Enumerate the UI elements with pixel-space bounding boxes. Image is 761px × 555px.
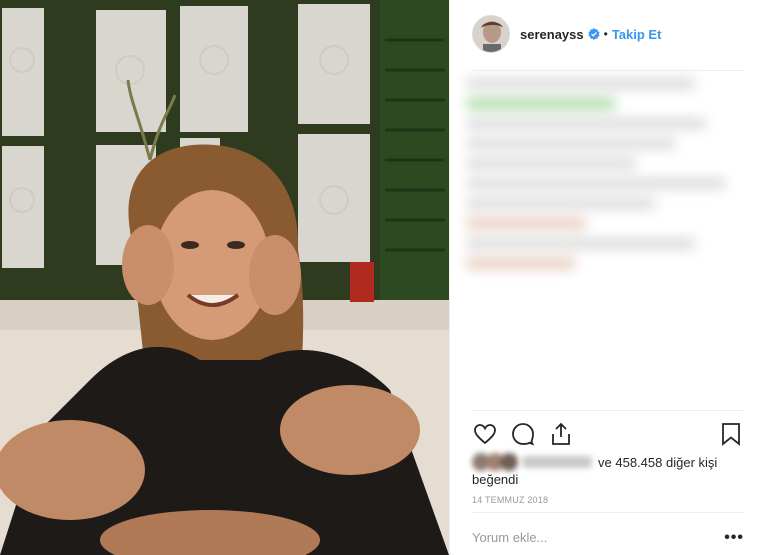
likes-summary: ve 458.458 diğer kişi beğendi [472,453,744,488]
more-options-button[interactable]: ••• [724,529,744,545]
avatar[interactable] [472,15,510,53]
action-bar [472,420,744,448]
comment-divider [472,512,744,513]
share-icon[interactable] [548,421,574,447]
heart-icon[interactable] [472,421,498,447]
actions-divider [472,410,744,411]
blurred-caption [466,78,756,278]
blurred-liker-name [522,456,592,468]
post-photo[interactable] [0,0,449,555]
bookmark-icon[interactable] [718,421,744,447]
likes-count[interactable]: 458.458 [615,454,662,471]
post-header: serenayss • Takip Et [472,14,661,54]
header-divider [472,70,744,71]
liker-avatars [472,453,520,471]
separator-dot: • [603,27,608,41]
likes-suffix[interactable]: diğer kişi [666,454,717,471]
verified-badge-icon [588,28,600,40]
likes-prefix: ve [598,454,612,470]
comment-input[interactable] [472,530,692,545]
username[interactable]: serenayss [520,27,584,42]
post-side-panel: serenayss • Takip Et ve 458.458 diğer ki… [449,0,761,555]
likes-line2: beğendi [472,472,519,487]
follow-button[interactable]: Takip Et [612,27,662,42]
post-date[interactable]: 14 TEMMUZ 2018 [472,495,548,505]
comment-icon[interactable] [510,421,536,447]
comment-bar: ••• [472,529,744,545]
